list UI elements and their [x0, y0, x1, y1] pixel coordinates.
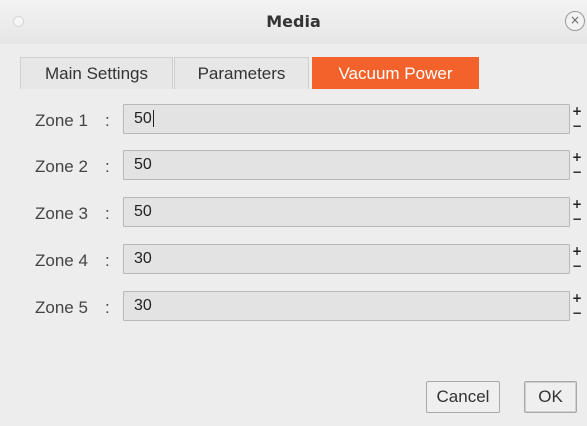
zone-2-increment-button[interactable]: + — [572, 150, 582, 164]
zone-3-label: Zone 3 — [35, 204, 88, 223]
zone-1-colon: : — [105, 111, 110, 130]
zone-3-input[interactable]: 50 — [123, 197, 570, 227]
zone-1-decrement-button[interactable]: − — [572, 119, 582, 133]
zone-5-label: Zone 5 — [35, 298, 88, 317]
zone-4-input[interactable]: 30 — [123, 244, 570, 274]
tab-vacuum-power[interactable]: Vacuum Power — [312, 57, 479, 89]
zone-2-decrement-button[interactable]: − — [572, 165, 582, 179]
zone-1-value: 50 — [134, 110, 152, 127]
zone-3-decrement-button[interactable]: − — [572, 212, 582, 226]
zone-4-colon: : — [105, 251, 110, 270]
zone-2-stepper[interactable]: + − — [572, 150, 582, 180]
zone-4-label: Zone 4 — [35, 251, 88, 270]
zone-4-increment-button[interactable]: + — [572, 244, 582, 258]
zone-3-colon: : — [105, 204, 110, 223]
zone-2-input[interactable]: 50 — [123, 150, 570, 180]
title-bar[interactable]: Media × — [0, 0, 587, 44]
text-cursor — [152, 110, 154, 128]
media-dialog: Media × Main Settings Parameters Vacuum … — [0, 0, 587, 426]
zone-5-stepper[interactable]: + − — [572, 291, 582, 321]
zone-3-increment-button[interactable]: + — [572, 197, 582, 211]
close-button[interactable]: × — [565, 11, 585, 31]
zone-5-increment-button[interactable]: + — [572, 291, 582, 305]
ok-button[interactable]: OK — [524, 381, 577, 413]
zone-1-increment-button[interactable]: + — [572, 104, 582, 118]
zone-4-decrement-button[interactable]: − — [572, 259, 582, 273]
tab-parameters[interactable]: Parameters — [174, 57, 309, 89]
zone-3-stepper[interactable]: + − — [572, 197, 582, 227]
zone-1-label: Zone 1 — [35, 111, 88, 130]
tab-main-settings[interactable]: Main Settings — [20, 57, 173, 89]
zone-5-decrement-button[interactable]: − — [572, 306, 582, 320]
cancel-button[interactable]: Cancel — [426, 381, 500, 413]
zone-5-input[interactable]: 30 — [123, 291, 570, 321]
zone-1-input[interactable]: 50 — [123, 104, 570, 134]
zone-1-stepper[interactable]: + − — [572, 104, 582, 134]
window-title: Media — [266, 12, 321, 31]
zone-2-colon: : — [105, 157, 110, 176]
zone-2-label: Zone 2 — [35, 157, 88, 176]
zone-4-stepper[interactable]: + − — [572, 244, 582, 274]
close-icon: × — [569, 13, 581, 27]
zone-5-colon: : — [105, 298, 110, 317]
